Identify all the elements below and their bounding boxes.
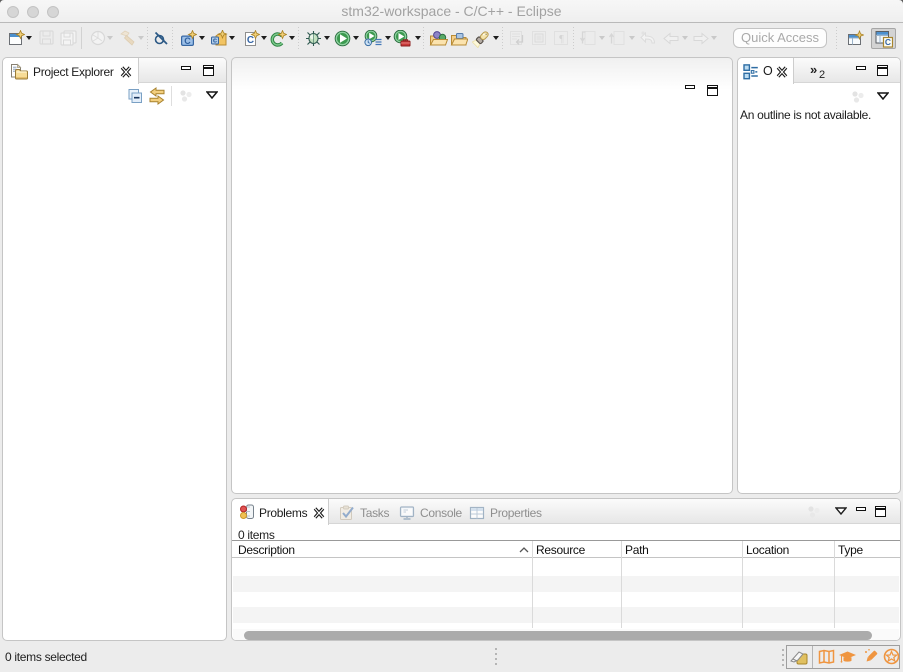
svg-text:c: c	[213, 36, 217, 45]
svg-text:C: C	[247, 35, 254, 46]
svg-text:C: C	[885, 37, 891, 47]
svg-text:C: C	[184, 36, 191, 46]
svg-text:¶: ¶	[559, 34, 564, 45]
